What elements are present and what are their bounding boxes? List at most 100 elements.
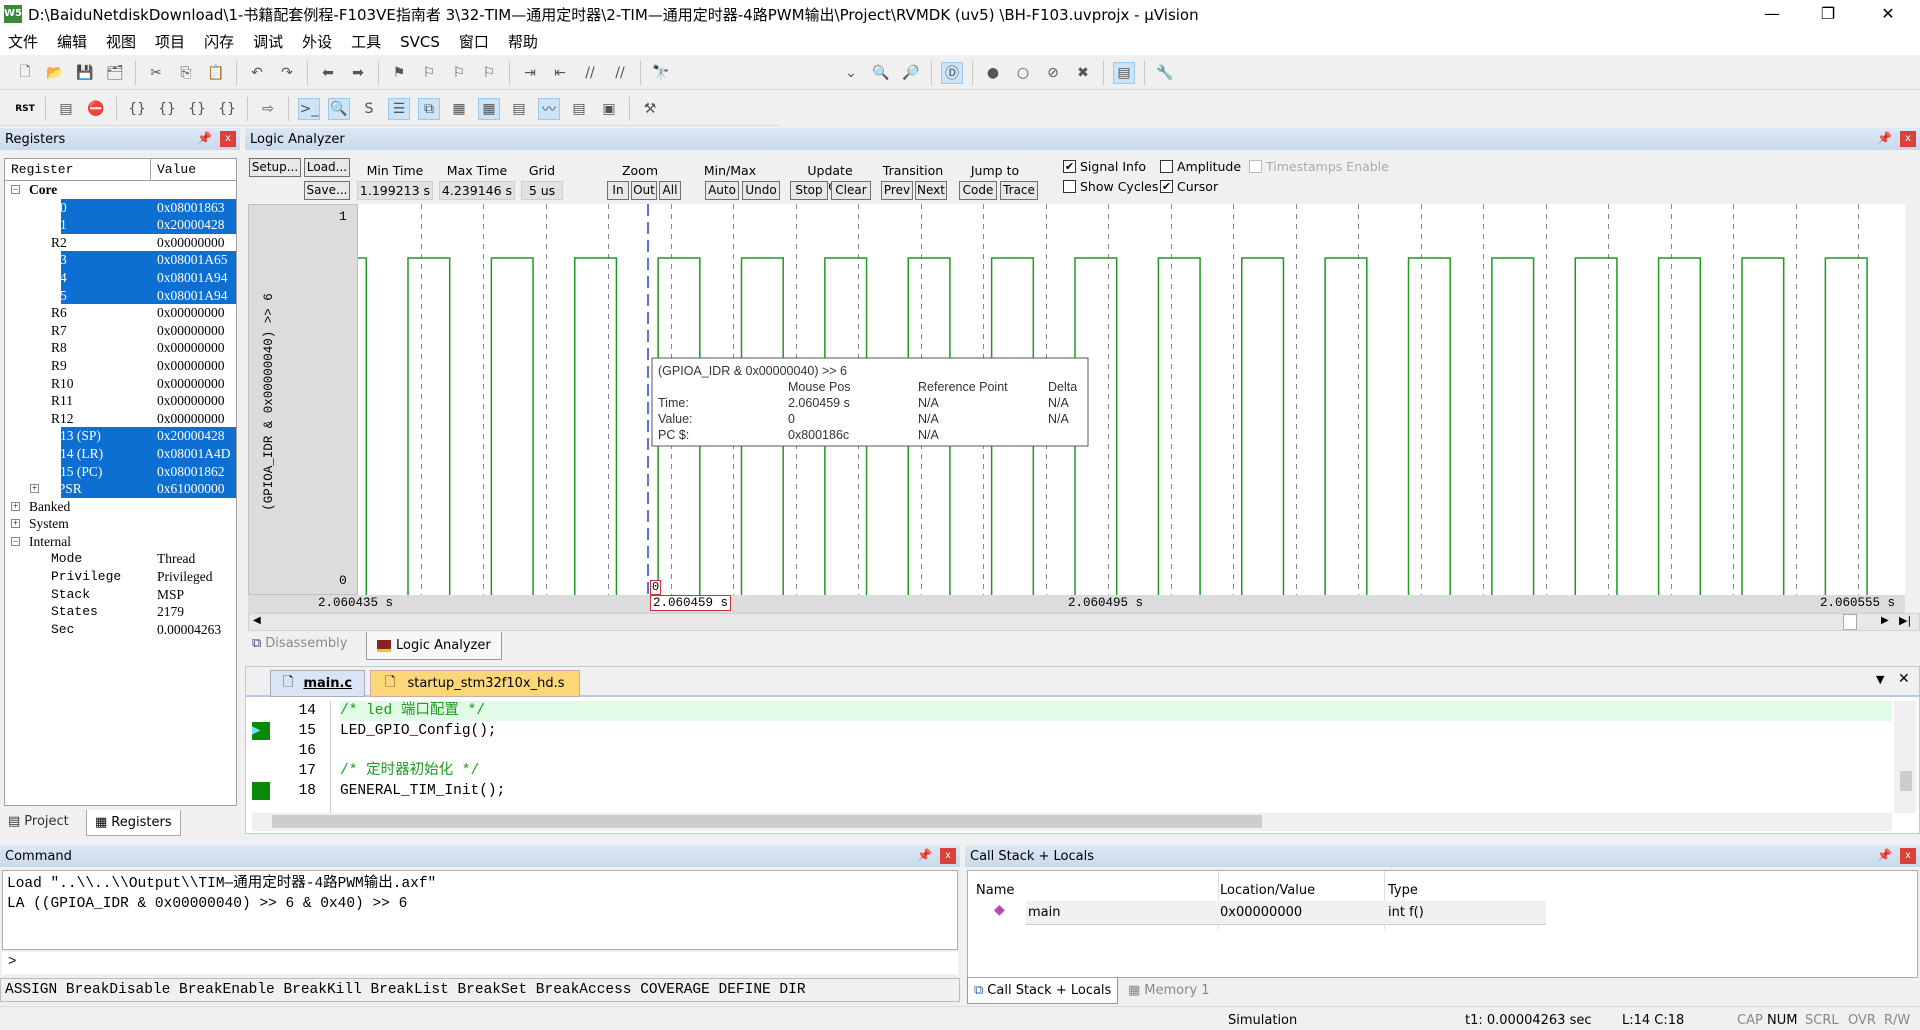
next-bookmark-icon[interactable]: ⚐ xyxy=(448,62,470,84)
menu-item[interactable]: 帮助 xyxy=(508,31,538,52)
open-folder-icon[interactable]: 📂 xyxy=(44,62,66,84)
register-group[interactable]: − Internal xyxy=(5,533,236,551)
register-column-header[interactable]: Register xyxy=(5,159,151,180)
nav-forward-icon[interactable]: ➡ xyxy=(347,62,369,84)
close-icon[interactable]: x xyxy=(1900,131,1916,147)
register-row[interactable]: R5 0x08001A94 xyxy=(5,286,236,305)
code-line[interactable]: 14 /* led 端口配置 */ xyxy=(252,701,1892,721)
find-in-files-icon[interactable]: 🔭 xyxy=(650,62,672,84)
nav-back-icon[interactable]: ⬅ xyxy=(317,62,339,84)
pin-icon[interactable]: 📌 xyxy=(917,848,932,862)
next-transition-button[interactable]: Next xyxy=(915,181,947,200)
call-stack-window-icon[interactable]: ⧉ xyxy=(418,97,440,120)
uncomment-icon[interactable]: // xyxy=(609,62,631,84)
clear-bookmarks-icon[interactable]: ⚐ xyxy=(478,62,500,84)
menu-item[interactable]: 项目 xyxy=(155,31,185,52)
code-line[interactable]: 16 xyxy=(252,741,1892,761)
signal-label-area[interactable]: 1 0 (GPIOA_IDR & 0x00000040) >> 6 xyxy=(248,204,358,595)
close-button[interactable]: ✕ xyxy=(1860,0,1916,28)
show-next-statement-icon[interactable]: ⇨ xyxy=(257,98,279,120)
tab-main-c[interactable]: 🗋 main.c xyxy=(270,670,366,697)
code-line[interactable]: 17 /* 定时器初始化 */ xyxy=(252,761,1892,781)
pin-icon[interactable]: 📌 xyxy=(1877,848,1892,862)
tab-startup-file[interactable]: 🗋 startup_stm32f10x_hd.s xyxy=(370,670,580,697)
jump-code-button[interactable]: Code xyxy=(959,181,997,200)
register-row[interactable]: R1 0x20000428 xyxy=(5,216,236,234)
register-row[interactable]: R4 0x08001A94 xyxy=(5,268,236,287)
menu-item[interactable]: 工具 xyxy=(351,31,381,52)
register-group[interactable]: + System xyxy=(5,515,236,533)
tab-memory-1[interactable]: ▦ Memory 1 xyxy=(1128,983,1210,998)
register-row[interactable]: R3 0x08001A65 xyxy=(5,251,236,269)
stop-button[interactable]: Stop xyxy=(790,181,828,200)
command-output[interactable]: Load "..\\..\\Output\\TIM—通用定时器-4路PWM输出.… xyxy=(2,870,958,950)
save-button[interactable]: Save... xyxy=(304,181,350,200)
window-layout-icon[interactable]: ▤ xyxy=(1113,61,1135,84)
register-row[interactable]: R12 0x00000000 xyxy=(5,410,236,428)
tab-project[interactable]: ▤ Project xyxy=(8,814,69,829)
checkbox-amplitude[interactable] xyxy=(1160,160,1173,173)
expand-icon[interactable]: + xyxy=(30,484,39,494)
save-icon[interactable]: 💾 xyxy=(74,62,96,84)
cut-icon[interactable]: ✂ xyxy=(145,62,167,84)
menu-item[interactable]: 外设 xyxy=(302,31,332,52)
disassembly-window-icon[interactable]: 🔍 xyxy=(328,97,350,120)
close-icon[interactable]: x xyxy=(940,848,956,864)
menu-item[interactable]: 调试 xyxy=(253,31,283,52)
tab-logic-analyzer[interactable]: Logic Analyzer xyxy=(366,632,502,660)
register-row[interactable]: R10 0x00000000 xyxy=(5,375,236,393)
toolbox-icon[interactable]: ⚒ xyxy=(639,98,661,120)
run-to-cursor-icon[interactable]: ▤ xyxy=(55,98,77,120)
registers-window-icon[interactable]: ☰ xyxy=(388,97,410,120)
checkbox-show-cycles[interactable] xyxy=(1063,180,1076,193)
expand-icon[interactable]: + xyxy=(11,501,20,511)
register-row[interactable]: R6 0x00000000 xyxy=(5,304,236,322)
command-window-icon[interactable]: >_ xyxy=(298,97,320,120)
paste-icon[interactable]: 📋 xyxy=(205,62,227,84)
prev-transition-button[interactable]: Prev xyxy=(881,181,913,200)
editor-vscrollbar[interactable] xyxy=(1894,701,1916,813)
register-row[interactable]: R13 (SP) 0x20000428 xyxy=(5,427,236,445)
command-input[interactable]: > xyxy=(2,952,958,974)
expand-icon[interactable]: + xyxy=(11,519,20,529)
callstack-row[interactable]: ◆ main 0x00000000 int f() xyxy=(994,901,1546,925)
scroll-left-icon[interactable]: ◀ xyxy=(253,615,261,626)
disable-breakpoint-icon[interactable]: ○ xyxy=(1012,62,1034,84)
symbols-window-icon[interactable]: S xyxy=(358,98,380,120)
undo-icon[interactable]: ↶ xyxy=(246,62,268,84)
analysis-windows-icon[interactable]: 〰 xyxy=(538,97,560,120)
col-type[interactable]: Type xyxy=(1388,883,1418,898)
load-button[interactable]: Load... xyxy=(304,158,350,177)
register-row[interactable]: R11 0x00000000 xyxy=(5,392,236,410)
memory-windows-icon[interactable]: ▦ xyxy=(478,97,500,120)
register-row[interactable]: R9 0x00000000 xyxy=(5,357,236,375)
close-file-icon[interactable]: ✕ xyxy=(1898,671,1910,687)
reset-icon[interactable]: RST xyxy=(14,98,36,120)
setup-button[interactable]: Setup... xyxy=(249,158,301,177)
value-column-header[interactable]: Value xyxy=(151,159,235,180)
checkbox-timestamps-enable[interactable] xyxy=(1249,160,1262,173)
code-line[interactable]: ▶ 15 LED_GPIO_Config(); xyxy=(252,721,1892,741)
undo-button[interactable]: Undo xyxy=(742,181,780,200)
debug-session-icon[interactable]: Ⓓ xyxy=(941,61,963,84)
restore-button[interactable]: ❐ xyxy=(1800,0,1856,28)
register-group[interactable]: − Core xyxy=(5,181,236,199)
find-icon[interactable]: 🔍 xyxy=(870,62,892,84)
register-row[interactable]: + xPSR 0x61000000 xyxy=(5,480,236,498)
zoom-out-button[interactable]: Out xyxy=(631,181,657,200)
step-out-icon[interactable]: {} xyxy=(186,98,208,120)
watch-windows-icon[interactable]: ▦ xyxy=(448,98,470,120)
register-row[interactable]: R2 0x00000000 xyxy=(5,234,236,252)
kill-all-breakpoints-icon[interactable]: ✖ xyxy=(1072,62,1094,84)
menu-item[interactable]: 闪存 xyxy=(204,31,234,52)
pin-icon[interactable]: 📌 xyxy=(1877,131,1892,145)
checkbox-signal-info[interactable]: ✔ xyxy=(1063,160,1076,173)
register-row[interactable]: Privilege Privileged xyxy=(5,568,236,586)
menu-item[interactable]: SVCS xyxy=(400,33,440,51)
run-to-cursor-line-icon[interactable]: {} xyxy=(216,98,238,120)
waveform-plot[interactable]: (GPIOA_IDR & 0x00000040) >> 6 Mouse Pos Re… xyxy=(358,204,1905,595)
save-all-icon[interactable]: 🗂 xyxy=(104,62,126,84)
register-row[interactable]: R8 0x00000000 xyxy=(5,339,236,357)
unindent-icon[interactable]: ⇤ xyxy=(549,62,571,84)
register-row[interactable]: Stack MSP xyxy=(5,586,236,604)
